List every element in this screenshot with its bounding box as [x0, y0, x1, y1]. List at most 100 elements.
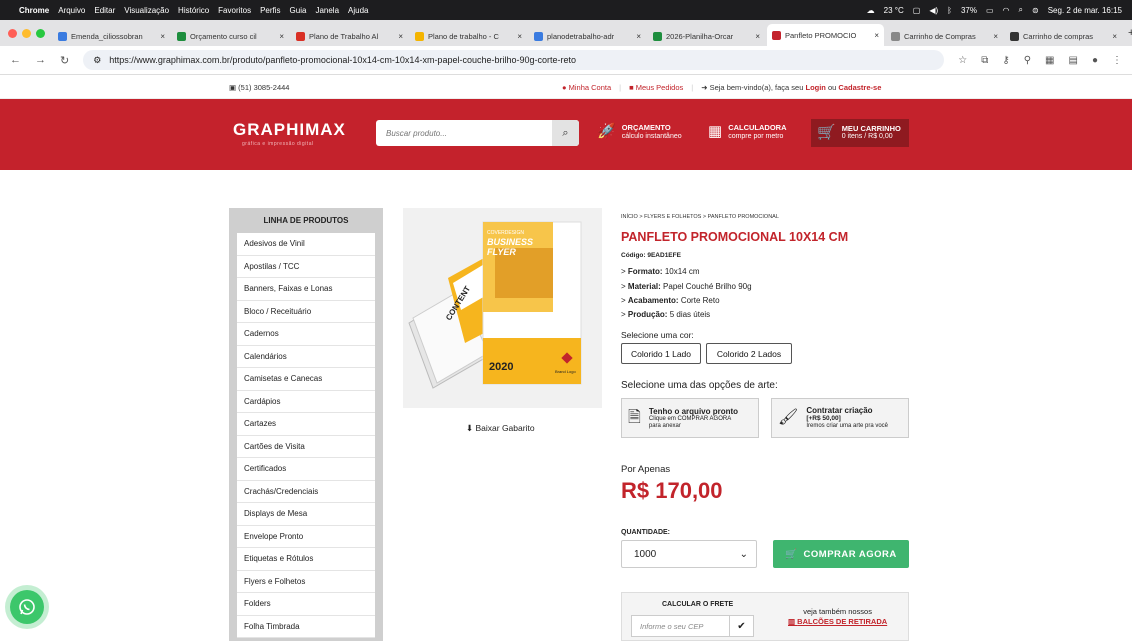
- new-tab-button[interactable]: +: [1128, 27, 1132, 39]
- orcamento-link[interactable]: 🚀 ORÇAMENTO cálculo instantâneo: [597, 123, 682, 141]
- quantity-select[interactable]: 1000 ⌄: [621, 540, 757, 568]
- my-account-link[interactable]: ● Minha Conta: [562, 83, 611, 92]
- sidepanel-icon[interactable]: ▤: [1069, 55, 1078, 66]
- tab-close-icon[interactable]: ×: [160, 32, 165, 41]
- register-link[interactable]: Cadastre-se: [838, 83, 881, 92]
- menu-visualizacao[interactable]: Visualização: [124, 6, 169, 15]
- spotlight-icon[interactable]: ⌕: [1019, 5, 1023, 15]
- clock[interactable]: Seg. 2 de mar. 16:15: [1048, 6, 1122, 15]
- search-button[interactable]: ⌕: [552, 120, 579, 146]
- sidebar-item[interactable]: Crachás/Credenciais: [237, 481, 375, 503]
- browser-tab[interactable]: Carrinho de Compras ×: [886, 26, 1003, 46]
- browser-tab[interactable]: Plano de Trabalho Al ×: [291, 26, 408, 46]
- color-option-2-sides[interactable]: Colorido 2 Lados: [706, 343, 792, 364]
- menu-janela[interactable]: Janela: [315, 6, 339, 15]
- download-template-link[interactable]: ⬇ Baixar Gabarito: [466, 423, 535, 434]
- tab-close-icon[interactable]: ×: [874, 31, 879, 40]
- browser-tab[interactable]: Emenda_ciliossobran ×: [53, 26, 170, 46]
- whatsapp-small-icon: ▣: [229, 83, 239, 92]
- login-link[interactable]: Login: [805, 83, 825, 92]
- sidebar-item[interactable]: Cardápios: [237, 391, 375, 413]
- color-option-1-side[interactable]: Colorido 1 Lado: [621, 343, 701, 364]
- tab-close-icon[interactable]: ×: [636, 32, 641, 41]
- minimize-window-button[interactable]: [22, 28, 31, 38]
- reload-icon[interactable]: ↻: [60, 54, 69, 67]
- password-key-icon[interactable]: ⚷: [1002, 55, 1009, 66]
- menu-arquivo[interactable]: Arquivo: [58, 6, 85, 15]
- sidebar-item[interactable]: Calendários: [237, 346, 375, 368]
- browser-tab[interactable]: Orçamento curso cil ×: [172, 26, 289, 46]
- sidebar-item[interactable]: Apostilas / TCC: [237, 256, 375, 278]
- tab-close-icon[interactable]: ×: [1112, 32, 1117, 41]
- screen-icon[interactable]: ▢: [913, 6, 921, 15]
- battery-percent[interactable]: 37%: [961, 6, 977, 15]
- sidebar-item[interactable]: Banners, Faixas e Lonas: [237, 278, 375, 301]
- sidebar-item[interactable]: Displays de Mesa: [237, 503, 375, 526]
- weather-icon[interactable]: ☁: [867, 6, 875, 15]
- menu-editar[interactable]: Editar: [94, 6, 115, 15]
- sidebar-item[interactable]: Camisetas e Canecas: [237, 368, 375, 391]
- whatsapp-button[interactable]: [10, 590, 44, 624]
- menu-ajuda[interactable]: Ajuda: [348, 6, 368, 15]
- cep-field[interactable]: Informe o seu CEP ✔: [631, 615, 754, 637]
- sidebar-item[interactable]: Cadernos: [237, 323, 375, 346]
- cep-placeholder[interactable]: Informe o seu CEP: [632, 622, 729, 631]
- sidebar-item[interactable]: Etiquetas e Rótulos: [237, 548, 375, 571]
- control-center-icon[interactable]: ⊜: [1032, 6, 1039, 15]
- tab-close-icon[interactable]: ×: [398, 32, 403, 41]
- wifi-icon[interactable]: ◠: [1003, 6, 1010, 15]
- my-orders-link[interactable]: ■ Meus Pedidos: [629, 83, 683, 92]
- pickup-link[interactable]: ▥ BALCÕES DE RETIRADA: [788, 617, 887, 627]
- temperature[interactable]: 23 °C: [884, 6, 904, 15]
- browser-tab[interactable]: Carrinho de compras ×: [1005, 26, 1122, 46]
- sidebar-item[interactable]: Bloco / Receituário: [237, 301, 375, 323]
- close-window-button[interactable]: [8, 28, 17, 38]
- forward-icon[interactable]: →: [35, 54, 46, 67]
- app-menu[interactable]: Chrome: [19, 6, 49, 15]
- site-info-icon[interactable]: ⚙: [93, 55, 101, 66]
- zoom-window-button[interactable]: [36, 28, 45, 38]
- tab-close-icon[interactable]: ×: [755, 32, 760, 41]
- browser-tab[interactable]: Plano de trabalho - C ×: [410, 26, 527, 46]
- breadcrumb[interactable]: INÍCIO > FLYERS E FOLHETOS > PANFLETO PR…: [621, 214, 779, 220]
- menu-favoritos[interactable]: Favoritos: [218, 6, 251, 15]
- browser-tab[interactable]: planodetrabalho-adr ×: [529, 26, 646, 46]
- check-icon[interactable]: ✔: [729, 616, 753, 636]
- sidebar-item[interactable]: Folders: [237, 593, 375, 616]
- sidebar-item[interactable]: Cartões de Visita: [237, 436, 375, 458]
- tab-close-icon[interactable]: ×: [279, 32, 284, 41]
- address-bar[interactable]: ⚙ https://www.graphimax.com.br/produto/p…: [83, 50, 945, 70]
- qr-code-icon[interactable]: ▦: [1045, 55, 1054, 66]
- sidebar-item[interactable]: Folha Timbrada: [237, 616, 375, 638]
- cart-button[interactable]: 🛒 MEU CARRINHO 0 itens / R$ 0,00: [811, 119, 909, 147]
- product-image[interactable]: CONTENT COVERDESIGN BUSINESS FLYER 2020 …: [403, 208, 602, 408]
- site-logo[interactable]: GRAPHIMAX gráfica e impressão digital: [233, 120, 346, 147]
- extensions-icon[interactable]: ⧉: [981, 55, 988, 66]
- sidebar-item[interactable]: Certificados: [237, 458, 375, 481]
- art-option-hire[interactable]: 🖌 Contratar criação [+R$ 50,00] Iremos cri…: [771, 398, 909, 438]
- menu-historico[interactable]: Histórico: [178, 6, 209, 15]
- calculadora-link[interactable]: ▦ CALCULADORA compre por metro: [708, 123, 787, 141]
- sidebar-item[interactable]: Envelope Pronto: [237, 526, 375, 548]
- bookmark-star-icon[interactable]: ☆: [958, 55, 967, 66]
- menu-guia[interactable]: Guia: [290, 6, 307, 15]
- sidebar-item[interactable]: Adesivos de Vinil: [237, 233, 375, 256]
- buy-now-button[interactable]: 🛒 COMPRAR AGORA: [773, 540, 909, 568]
- browser-tab[interactable]: 2026-Planilha-Orcar ×: [648, 26, 765, 46]
- location-icon[interactable]: ⚲: [1024, 55, 1031, 66]
- search-input[interactable]: [376, 120, 552, 146]
- bluetooth-icon[interactable]: ᛒ: [947, 6, 952, 15]
- browser-tab[interactable]: Panfleto PROMOCIO ×: [767, 24, 884, 46]
- sidebar-item[interactable]: Flyers e Folhetos: [237, 571, 375, 593]
- tab-close-icon[interactable]: ×: [517, 32, 522, 41]
- calc-title: CALCULADORA: [728, 123, 787, 133]
- menu-perfis[interactable]: Perfis: [260, 6, 280, 15]
- profile-icon[interactable]: ●: [1092, 55, 1098, 66]
- url-text[interactable]: https://www.graphimax.com.br/produto/pan…: [109, 55, 576, 65]
- art-option-own-file[interactable]: 🗎 Tenho o arquivo pronto Clique em COMPRA…: [621, 398, 759, 438]
- back-icon[interactable]: ←: [10, 54, 21, 67]
- menu-kebab-icon[interactable]: ⋮: [1112, 55, 1122, 66]
- tab-close-icon[interactable]: ×: [993, 32, 998, 41]
- sidebar-item[interactable]: Cartazes: [237, 413, 375, 436]
- volume-icon[interactable]: ◀): [929, 6, 938, 15]
